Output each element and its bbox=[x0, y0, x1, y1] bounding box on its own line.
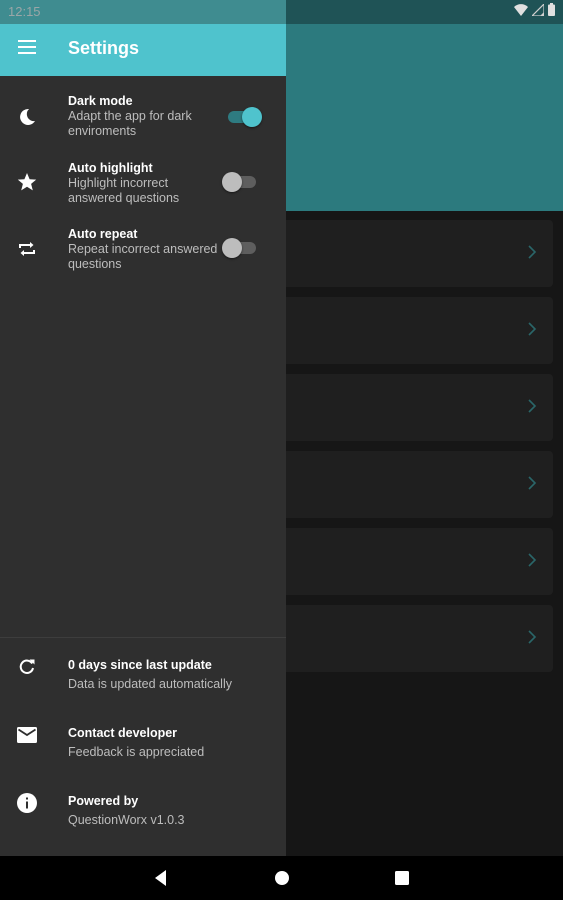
wifi-icon bbox=[514, 3, 528, 21]
chevron-right-icon bbox=[527, 321, 537, 337]
info-subtitle: Feedback is appreciated bbox=[68, 745, 205, 759]
setting-title: Auto highlight bbox=[68, 161, 153, 175]
mail-icon bbox=[16, 724, 38, 746]
recents-icon[interactable] bbox=[392, 868, 412, 888]
moon-icon bbox=[16, 106, 38, 128]
repeat-icon bbox=[16, 238, 38, 260]
chevron-right-icon bbox=[527, 629, 537, 645]
status-bar: 12:15 bbox=[0, 0, 563, 24]
battery-icon bbox=[548, 3, 555, 21]
setting-auto-highlight[interactable]: Auto highlight Highlight incorrect answe… bbox=[0, 161, 286, 221]
chevron-right-icon bbox=[527, 475, 537, 491]
auto-repeat-toggle[interactable] bbox=[222, 237, 258, 259]
signal-icon bbox=[530, 2, 545, 21]
setting-subtitle: Repeat incorrect answered questions bbox=[68, 242, 218, 271]
refresh-icon bbox=[16, 656, 38, 678]
setting-auto-repeat[interactable]: Auto repeat Repeat incorrect answered qu… bbox=[0, 227, 286, 287]
setting-title: Auto repeat bbox=[68, 227, 138, 241]
home-icon[interactable] bbox=[272, 868, 292, 888]
divider bbox=[0, 637, 286, 638]
chevron-right-icon bbox=[527, 552, 537, 568]
setting-subtitle: Highlight incorrect answered questions bbox=[68, 176, 180, 205]
info-title: 0 days since last update bbox=[68, 658, 212, 672]
page-title: Settings bbox=[68, 38, 140, 58]
info-powered-by[interactable]: Powered by QuestionWorx v1.0.3 bbox=[0, 792, 286, 832]
chevron-right-icon bbox=[527, 244, 537, 260]
menu-icon[interactable] bbox=[18, 40, 36, 54]
setting-dark-mode[interactable]: Dark mode Adapt the app for dark envirom… bbox=[0, 94, 286, 154]
info-title: Contact developer bbox=[68, 726, 178, 740]
setting-subtitle: Adapt the app for dark enviroments bbox=[68, 109, 192, 138]
auto-highlight-toggle[interactable] bbox=[222, 171, 258, 193]
app-screen: Settings Dark mode Adapt the app for dar… bbox=[0, 0, 563, 900]
info-last-update[interactable]: 0 days since last update Data is updated… bbox=[0, 656, 286, 696]
info-icon bbox=[16, 792, 38, 814]
dark-mode-toggle[interactable] bbox=[226, 106, 262, 128]
status-time: 12:15 bbox=[8, 4, 41, 19]
settings-drawer: Settings Dark mode Adapt the app for dar… bbox=[0, 0, 286, 856]
status-icons bbox=[514, 2, 555, 21]
system-navigation-bar bbox=[0, 856, 563, 900]
back-icon[interactable] bbox=[152, 868, 172, 888]
info-subtitle: Data is updated automatically bbox=[68, 677, 232, 691]
drawer-toolbar: Settings bbox=[0, 24, 286, 76]
info-subtitle: QuestionWorx v1.0.3 bbox=[68, 813, 185, 827]
setting-title: Dark mode bbox=[68, 94, 133, 108]
info-contact-developer[interactable]: Contact developer Feedback is appreciate… bbox=[0, 724, 286, 764]
star-icon bbox=[16, 171, 38, 193]
info-title: Powered by bbox=[68, 794, 139, 808]
chevron-right-icon bbox=[527, 398, 537, 414]
